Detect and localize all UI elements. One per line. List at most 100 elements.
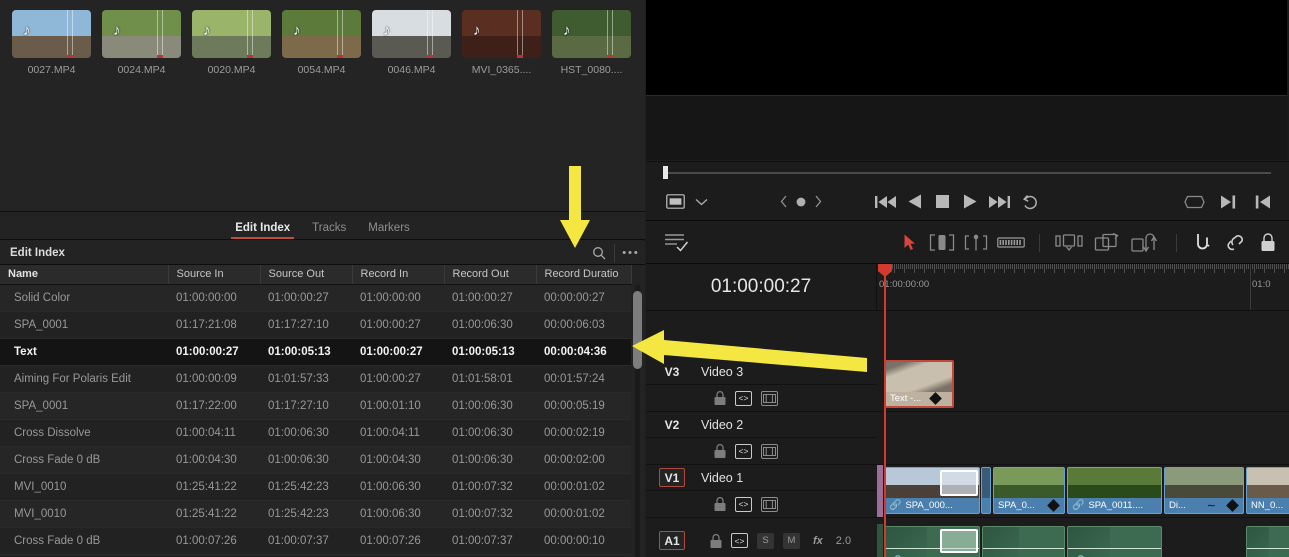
jump-to-start-button[interactable] [870, 183, 900, 221]
timeline-clip-audio[interactable]: NN_0...∼ [1246, 526, 1289, 557]
table-row[interactable]: MVI_0010 01:25:41:22 01:25:42:23 01:00:06:3… [0, 473, 631, 501]
stop-button[interactable] [928, 183, 956, 221]
trim-edit-mode-icon[interactable] [925, 222, 959, 264]
mark-in-icon[interactable] [1245, 183, 1279, 221]
media-pool-clip[interactable]: ♪ 0046.MP4 [372, 10, 451, 76]
track-header-v2[interactable]: V2 Video 2 [646, 412, 877, 438]
clip-thumbnail[interactable]: ♪ [12, 10, 91, 58]
chevron-down-icon[interactable] [690, 183, 712, 221]
dynamic-trim-mode-icon[interactable] [959, 222, 993, 264]
track-enable-button-v1[interactable]: V1 [659, 468, 685, 487]
next-marker-icon[interactable] [810, 183, 826, 221]
selection-tool-icon[interactable] [895, 222, 925, 264]
media-pool-clip[interactable]: ♪ 0024.MP4 [102, 10, 181, 76]
table-row[interactable]: Text 01:00:00:27 01:00:05:13 01:00:00:27 01:… [0, 338, 631, 366]
timeline-clip-video[interactable]: 🔗 SPA_0011.... [1067, 467, 1162, 514]
viewer-scrubber[interactable] [646, 161, 1289, 183]
media-pool-clip[interactable]: ♪ 0020.MP4 [192, 10, 271, 76]
timeline-clip-text[interactable]: Text -... [884, 360, 954, 408]
column-header[interactable]: Source Out [260, 265, 353, 285]
jump-to-end-button[interactable] [984, 183, 1014, 221]
overwrite-clip-icon[interactable] [1088, 222, 1126, 264]
timeline-ruler[interactable]: 01:00:00:00 01:0 [877, 264, 1289, 311]
tab-edit-index[interactable]: Edit Index [231, 222, 295, 239]
lane-v3[interactable]: Text -... [877, 359, 1289, 412]
track-enable-button-a1[interactable]: A1 [659, 531, 685, 550]
tab-markers[interactable]: Markers [368, 222, 410, 239]
play-reverse-button[interactable] [900, 183, 928, 221]
clip-thumbnail[interactable]: ♪ [372, 10, 451, 58]
more-options-icon[interactable] [615, 241, 645, 265]
track-header-v1[interactable]: V1 Video 1 [646, 465, 877, 491]
lock-icon[interactable] [714, 391, 726, 405]
timeline-clip-audio[interactable]: 🔗SP...∼ [884, 526, 980, 557]
razor-edit-mode-icon[interactable] [993, 222, 1029, 264]
media-pool-clip[interactable]: ♪ HST_0080.... [552, 10, 631, 76]
track-enable-button-v2[interactable]: V2 [659, 415, 685, 434]
clip-thumbnail[interactable]: ♪ [462, 10, 541, 58]
mute-button[interactable]: M [783, 532, 800, 549]
prev-marker-icon[interactable] [776, 183, 792, 221]
timeline-clip-video[interactable]: SPA_0... [993, 467, 1065, 514]
keyframe-icon[interactable] [929, 391, 943, 405]
table-row[interactable]: Cross Dissolve 01:00:04:11 01:00:06:30 01:0… [0, 419, 631, 447]
audio-curve-icon[interactable]: ∼ [1207, 499, 1216, 512]
timeline-clip-video[interactable]: 🔗 SPA_000... [884, 467, 980, 514]
table-row[interactable]: SPA_0001 01:17:22:00 01:17:27:10 01:00:01:1… [0, 392, 631, 420]
keyframe-icon[interactable] [1226, 498, 1239, 512]
lock-icon[interactable] [710, 533, 722, 548]
thumbnail-view-icon[interactable] [761, 390, 778, 406]
auto-select-icon[interactable]: <> [735, 443, 752, 459]
timeline-clip-video[interactable]: Di... ∼ [1164, 467, 1244, 514]
lane-a1[interactable]: 🔗SP...∼ SPA_0...∼ 🔗SPA_...∼ NN_0...∼ [877, 524, 1289, 557]
lock-icon[interactable] [714, 497, 726, 511]
edit-index-table[interactable]: Name Source In Source Out Record In Record O… [0, 265, 645, 557]
column-header[interactable]: Name [0, 265, 169, 285]
table-vertical-scrollbar[interactable] [633, 285, 642, 557]
table-row[interactable]: Cross Fade 0 dB 01:00:04:30 01:00:06:30 01:… [0, 446, 631, 474]
keyframe-icon[interactable] [1047, 498, 1060, 512]
solo-button[interactable]: S [757, 532, 774, 549]
match-frame-icon[interactable] [1177, 183, 1211, 221]
timeline-clip-video[interactable] [981, 467, 991, 514]
clip-thumbnail[interactable]: ♪ [552, 10, 631, 58]
replace-clip-icon[interactable] [1126, 222, 1166, 264]
clip-thumbnail[interactable]: ♪ [192, 10, 271, 58]
viewer-mode-icon[interactable] [660, 183, 690, 221]
column-header[interactable]: Record Out [444, 265, 537, 285]
auto-select-icon[interactable]: <> [735, 390, 752, 406]
linked-selection-icon[interactable] [1219, 222, 1251, 264]
auto-select-icon[interactable]: <> [731, 533, 748, 548]
play-forward-button[interactable] [956, 183, 984, 221]
column-header[interactable]: Record Duratio [536, 265, 632, 285]
lock-tracks-icon[interactable] [1251, 222, 1285, 264]
table-row[interactable]: SPA_0001 01:17:21:08 01:17:27:10 01:00:00:2… [0, 311, 631, 339]
auto-select-icon[interactable]: <> [735, 496, 752, 512]
lane-v2[interactable] [877, 412, 1289, 465]
loop-button[interactable] [1014, 183, 1046, 221]
timeline-view-options-icon[interactable] [656, 222, 696, 264]
lane-v1[interactable]: 🔗 SPA_000... SPA_0... 🔗 SPA_0011.... Di... ∼ NN… [877, 465, 1289, 518]
table-row[interactable]: MVI_0010 01:25:41:22 01:25:42:23 01:00:06:3… [0, 500, 631, 528]
tab-tracks[interactable]: Tracks [312, 222, 346, 239]
clip-thumbnail[interactable]: ♪ [282, 10, 361, 58]
mark-out-icon[interactable] [1211, 183, 1245, 221]
timeline-lanes[interactable]: Text -... 🔗 SPA_000... SPA_0... 🔗 SPA_0011...… [877, 311, 1289, 557]
scrubber-handle[interactable] [663, 166, 668, 179]
column-header[interactable]: Source In [168, 265, 261, 285]
table-row[interactable]: Solid Color 01:00:00:00 01:00:00:27 01:00:0… [0, 284, 631, 312]
thumbnail-view-icon[interactable] [761, 496, 778, 512]
timeline-clip-audio[interactable]: 🔗SPA_...∼ [1067, 526, 1162, 557]
insert-clip-icon[interactable] [1050, 222, 1088, 264]
add-marker-icon[interactable] [792, 183, 810, 221]
media-pool-clip[interactable]: ♪ 0054.MP4 [282, 10, 361, 76]
timeline-clip-audio[interactable]: SPA_0...∼ [982, 526, 1065, 557]
timeline-playhead[interactable] [878, 264, 892, 557]
timeline-clip-video[interactable]: NN_0... [1246, 467, 1289, 514]
table-row[interactable]: Cross Fade 0 dB 01:00:07:26 01:00:07:37 01:… [0, 527, 631, 555]
snapping-icon[interactable] [1187, 222, 1219, 264]
media-pool-clip[interactable]: ♪ MVI_0365.... [462, 10, 541, 76]
clip-thumbnail[interactable]: ♪ [102, 10, 181, 58]
column-header[interactable]: Record In [352, 265, 445, 285]
thumbnail-view-icon[interactable] [761, 443, 778, 459]
